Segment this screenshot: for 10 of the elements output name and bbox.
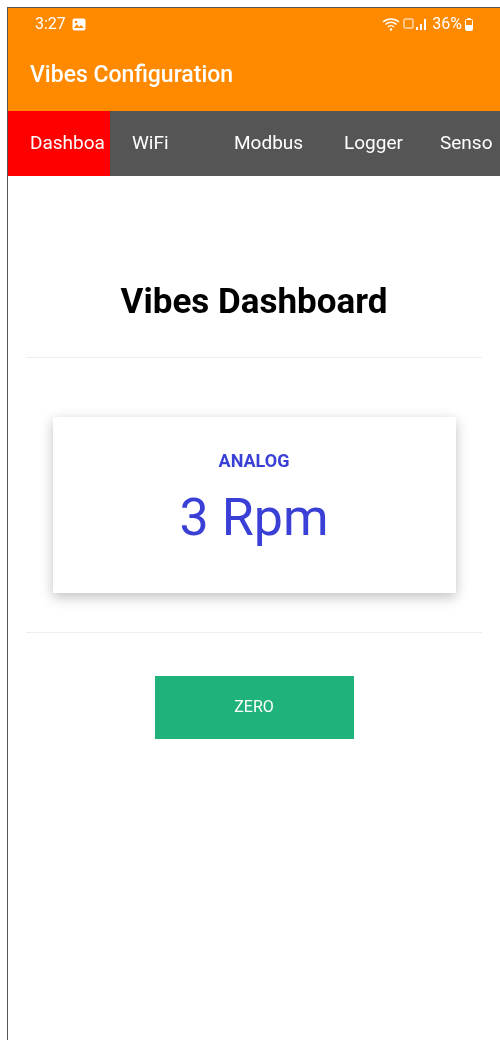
card-label: ANALOG xyxy=(218,448,290,473)
wifi-icon xyxy=(382,17,401,31)
battery-icon xyxy=(465,17,473,31)
dashboard-heading: Vibes Dashboard xyxy=(120,280,388,324)
battery-percent: 36% xyxy=(432,13,462,35)
tab[interactable]: Dashboa xyxy=(8,111,110,176)
analog-value: 3 Rpm xyxy=(179,491,329,544)
image-icon xyxy=(71,17,86,31)
app-title: Vibes Configuration xyxy=(30,60,234,91)
status-time: 3:27 xyxy=(35,13,66,35)
